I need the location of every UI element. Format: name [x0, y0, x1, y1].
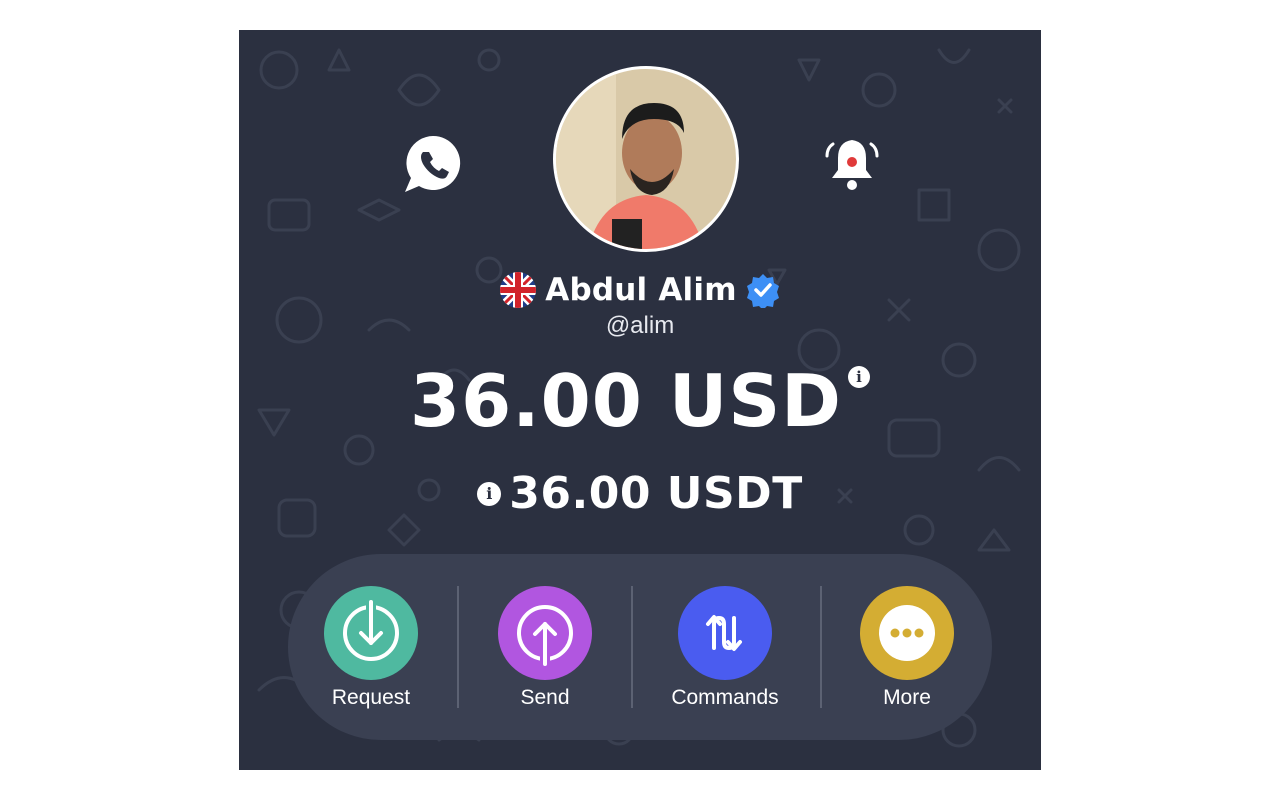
request-label: Request	[331, 686, 411, 709]
request-button[interactable]: Request	[296, 586, 446, 716]
action-bar: Request Send Commands More	[288, 554, 992, 740]
commands-button[interactable]: Commands	[650, 586, 800, 716]
upload-circle-icon	[498, 586, 592, 680]
more-label: More	[883, 686, 931, 709]
secondary-balance-row: i 36.00 USDT	[239, 467, 1041, 519]
wallet-panel: Abdul Alim @alim 36.00 USD i i 36.00 USD…	[239, 30, 1041, 770]
info-icon[interactable]: i	[477, 482, 502, 506]
avatar[interactable]	[553, 66, 739, 252]
swap-arrows-icon	[678, 586, 772, 680]
profile-handle: @alim	[605, 312, 675, 339]
more-dots-icon	[860, 586, 954, 680]
secondary-balance: 36.00 USDT	[509, 467, 803, 519]
profile-name: Abdul Alim	[545, 272, 737, 308]
divider	[631, 586, 633, 708]
primary-balance: 36.00 USD	[410, 359, 842, 443]
whatsapp-icon[interactable]	[401, 132, 465, 196]
commands-label: Commands	[671, 686, 779, 709]
avatar-photo	[556, 69, 736, 249]
send-label: Send	[520, 686, 570, 709]
divider	[457, 586, 459, 708]
verified-badge-icon	[746, 274, 779, 308]
uk-flag-icon	[500, 272, 537, 308]
divider	[820, 586, 822, 708]
info-icon[interactable]: i	[847, 366, 870, 388]
bell-alert-icon[interactable]	[821, 134, 883, 196]
send-button[interactable]: Send	[470, 586, 620, 716]
profile-name-row: Abdul Alim	[239, 270, 1041, 310]
more-button[interactable]: More	[832, 586, 982, 716]
primary-balance-row: 36.00 USD i	[239, 356, 1041, 446]
download-circle-icon	[324, 586, 418, 680]
